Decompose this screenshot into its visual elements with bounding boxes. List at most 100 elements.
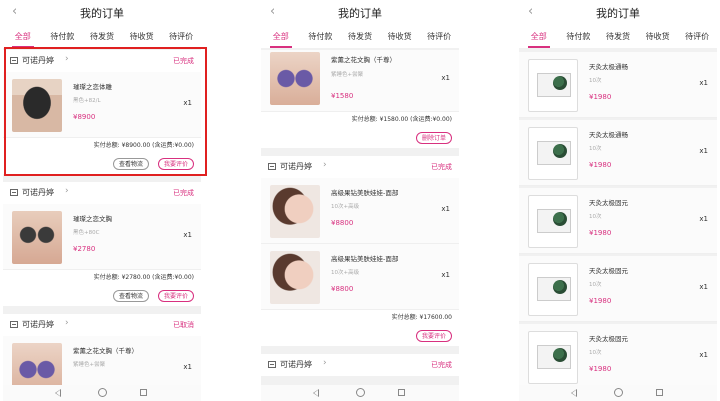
circle-home-icon[interactable] [356, 388, 365, 397]
tab-pending-review[interactable]: 待评价 [419, 27, 459, 48]
product-image [528, 263, 578, 316]
order-item[interactable]: 天灸太极通畅 10次 ¥1980 x1 [519, 120, 717, 186]
product-name: 天灸太极通畅 [589, 131, 628, 139]
order-item[interactable]: 天灸太极固元 10次 ¥1980 x1 [519, 256, 717, 322]
tab-all[interactable]: 全部 [519, 27, 559, 48]
triangle-back-icon[interactable] [55, 389, 61, 397]
tab-pending-shipment[interactable]: 待发货 [598, 27, 638, 48]
top-bar: ‹ 我的订单 [519, 0, 717, 27]
chevron-right-icon: › [323, 358, 327, 368]
tab-pending-receipt[interactable]: 待收货 [638, 27, 678, 48]
product-name: 高级果钻美肤娃娃-面部 [331, 255, 399, 263]
circle-home-icon[interactable] [98, 388, 107, 397]
shop-header[interactable]: 可诺丹婷 › 已完成 [3, 50, 201, 72]
order-status: 已完成 [431, 163, 452, 171]
order-item[interactable]: 天灸太极通畅 10次 ¥1980 x1 [519, 52, 717, 118]
product-qty: x1 [441, 74, 450, 82]
shop-name: 可诺丹婷 [280, 162, 312, 171]
tab-pending-payment[interactable]: 待付款 [43, 27, 83, 48]
tab-pending-payment[interactable]: 待付款 [301, 27, 341, 48]
order-item[interactable]: 璀璨之恋体雕 黑色+82/L ¥8900 x1 [3, 72, 201, 138]
order-tabs: 全部 待付款 待发货 待收货 待评价 [3, 27, 201, 48]
product-spec: 10次 [589, 78, 602, 84]
system-nav-bar [519, 385, 717, 401]
shop-header[interactable]: 可诺丹婷 › 已完成 [3, 182, 201, 204]
product-price: ¥1980 [589, 229, 612, 237]
order-item[interactable]: 天灸太极固元 10次 ¥1980 x1 [519, 188, 717, 254]
order-tabs: 全部 待付款 待发货 待收货 待评价 [519, 27, 717, 48]
product-spec: 10次 [589, 350, 602, 356]
order-tabs: 全部 待付款 待发货 待收货 待评价 [261, 27, 459, 48]
page-title: 我的订单 [338, 7, 382, 20]
delete-order-button[interactable]: 删除订单 [415, 132, 452, 144]
divider [261, 148, 459, 156]
triangle-back-icon[interactable] [571, 389, 577, 397]
product-spec: 黑色+82/L [73, 98, 101, 104]
product-image [528, 331, 578, 384]
order-actions: 查看物流 我要评价 [3, 154, 201, 174]
order-item[interactable]: 璀璨之恋文胸 黑色+80C ¥2780 x1 [3, 204, 201, 270]
tab-all[interactable]: 全部 [261, 27, 301, 48]
product-image [12, 343, 62, 385]
tab-pending-payment[interactable]: 待付款 [559, 27, 599, 48]
tab-all[interactable]: 全部 [3, 27, 43, 48]
product-spec: 紫睡色+尝聚 [331, 72, 364, 78]
product-qty: x1 [699, 351, 708, 359]
order-item[interactable]: 高级果钻美肤娃娃-面部 10次+高级 ¥8800 x1 [261, 244, 459, 310]
order-item[interactable]: 紫薰之花文胸（千尊） 紫睡色+尝聚 x1 [3, 336, 201, 385]
order-actions: 删除订单 [261, 128, 459, 148]
top-bar: ‹ 我的订单 [261, 0, 459, 27]
product-image [12, 211, 62, 264]
product-image [528, 195, 578, 248]
chevron-right-icon: › [65, 54, 69, 64]
product-name: 璀璨之恋体雕 [73, 83, 112, 91]
circle-home-icon[interactable] [614, 388, 623, 397]
store-icon [10, 57, 18, 64]
product-price: ¥1980 [589, 297, 612, 305]
write-review-button[interactable]: 我要评价 [157, 290, 194, 302]
write-review-button[interactable]: 我要评价 [157, 158, 194, 170]
product-qty: x1 [183, 231, 192, 239]
shop-name: 可诺丹婷 [22, 320, 54, 329]
order-total: 实付总额: ¥17600.00 [261, 310, 459, 326]
view-logistics-button[interactable]: 查看物流 [112, 158, 149, 170]
triangle-back-icon[interactable] [313, 389, 319, 397]
order-item[interactable]: 天灸太极固元 10次 ¥1980 x1 [519, 324, 717, 385]
divider [261, 346, 459, 354]
write-review-button[interactable]: 我要评价 [415, 330, 452, 342]
system-nav-bar [3, 385, 201, 401]
divider [3, 306, 201, 314]
square-recent-icon[interactable] [398, 389, 405, 396]
product-image [270, 185, 320, 238]
tab-pending-shipment[interactable]: 待发货 [340, 27, 380, 48]
product-image [12, 79, 62, 132]
tab-pending-receipt[interactable]: 待收货 [380, 27, 420, 48]
product-name: 天灸太极固元 [589, 199, 628, 207]
product-price: ¥8900 [73, 113, 96, 121]
product-name: 天灸太极固元 [589, 267, 628, 275]
tab-pending-review[interactable]: 待评价 [677, 27, 717, 48]
product-spec: 黑色+80C [73, 230, 100, 236]
page-title: 我的订单 [596, 7, 640, 20]
shop-header[interactable]: 可诺丹婷 › 已完成 [261, 156, 459, 178]
shop-header[interactable]: 可诺丹婷 › 已取消 [3, 314, 201, 336]
chevron-right-icon: › [65, 318, 69, 328]
product-price: ¥1980 [589, 93, 612, 101]
order-list: 可诺丹婷 › 已完成 璀璨之恋体雕 黑色+82/L ¥8900 x1 实付总额:… [3, 50, 201, 385]
square-recent-icon[interactable] [140, 389, 147, 396]
tab-pending-receipt[interactable]: 待收货 [122, 27, 162, 48]
tab-pending-shipment[interactable]: 待发货 [82, 27, 122, 48]
order-item[interactable]: 高级果钻美肤娃娃-面部 10次+高级 ¥8800 x1 [261, 178, 459, 244]
product-price: ¥1580 [331, 92, 354, 100]
square-recent-icon[interactable] [656, 389, 663, 396]
shop-header[interactable]: 可诺丹婷 › 已完成 [261, 354, 459, 376]
product-qty: x1 [699, 283, 708, 291]
view-logistics-button[interactable]: 查看物流 [112, 290, 149, 302]
tab-pending-review[interactable]: 待评价 [161, 27, 201, 48]
order-status: 已完成 [431, 361, 452, 369]
product-price: ¥1980 [589, 365, 612, 373]
order-list-screen-1: ‹ 我的订单 全部 待付款 待发货 待收货 待评价 可诺丹婷 › 已完成 璀璨之… [3, 0, 201, 401]
order-item[interactable]: 紫薰之花文胸（千尊） 紫睡色+尝聚 ¥1580 x1 [261, 50, 459, 112]
product-qty: x1 [699, 215, 708, 223]
store-icon [268, 163, 276, 170]
